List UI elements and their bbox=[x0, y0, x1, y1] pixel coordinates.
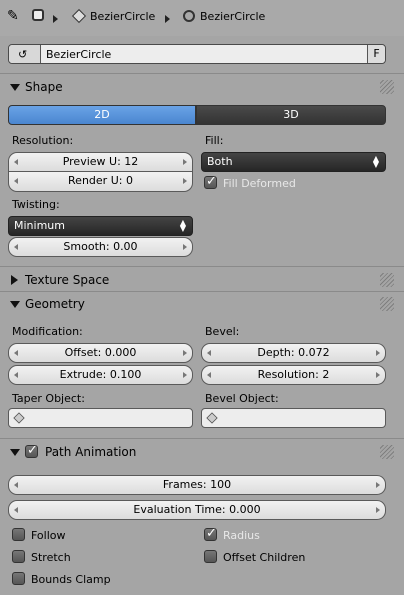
object-icon bbox=[13, 412, 25, 424]
modification-label: Modification: bbox=[12, 325, 83, 338]
stretch-label: Stretch bbox=[31, 551, 71, 564]
datablock-name-text: BezierCircle bbox=[46, 48, 112, 61]
collapse-arrow-icon bbox=[10, 84, 20, 91]
path-animation-checkbox[interactable]: ✓ bbox=[25, 443, 38, 458]
drag-grip-icon[interactable] bbox=[380, 297, 394, 311]
properties-header: ✎ BezierCircle BezierCircle bbox=[0, 0, 404, 36]
fill-label: Fill: bbox=[205, 134, 224, 147]
taper-object-field[interactable] bbox=[8, 408, 193, 428]
fill-deformed-checkbox[interactable]: ✓ bbox=[204, 174, 217, 189]
bevel-object-label: Bevel Object: bbox=[205, 392, 279, 405]
object-icon bbox=[71, 8, 87, 24]
bevel-object-field[interactable] bbox=[201, 408, 386, 428]
resolution-label: Resolution: bbox=[12, 134, 74, 147]
panel-geometry-header[interactable]: Geometry bbox=[0, 293, 404, 315]
twisting-label: Twisting: bbox=[12, 198, 60, 211]
radius-checkbox[interactable]: ✓ bbox=[204, 526, 217, 541]
curve-browse-icon[interactable]: ↺ bbox=[9, 45, 41, 63]
panel-shape-header[interactable]: Shape bbox=[0, 76, 404, 98]
collapse-arrow-icon bbox=[10, 449, 20, 456]
bounds-clamp-label: Bounds Clamp bbox=[31, 573, 111, 586]
drag-grip-icon[interactable] bbox=[380, 445, 394, 459]
bevel-resolution-field[interactable]: Resolution: 2 bbox=[201, 365, 386, 385]
stretch-checkbox[interactable] bbox=[12, 550, 25, 563]
breadcrumb-object: BezierCircle bbox=[90, 10, 156, 23]
preview-u-field[interactable]: Preview U: 12 bbox=[8, 152, 193, 172]
panel-shape-title: Shape bbox=[25, 80, 63, 94]
collapse-arrow-icon bbox=[10, 301, 20, 308]
smooth-field[interactable]: Smooth: 0.00 bbox=[8, 237, 193, 257]
expand-arrow-icon bbox=[11, 275, 18, 285]
panel-geometry-title: Geometry bbox=[25, 297, 85, 311]
breadcrumb-data: BezierCircle bbox=[200, 10, 266, 23]
dropdown-arrows-icon: ▲ ▼ bbox=[372, 154, 379, 169]
datablock-name-field[interactable]: ↺ BezierCircle F bbox=[8, 44, 386, 64]
taper-object-label: Taper Object: bbox=[12, 392, 85, 405]
bounds-clamp-checkbox[interactable] bbox=[12, 572, 25, 585]
mode-3d-button[interactable]: 3D bbox=[196, 105, 386, 125]
object-icon bbox=[206, 412, 218, 424]
mode-2d-button[interactable]: 2D bbox=[8, 105, 196, 125]
panel-texture-space-title: Texture Space bbox=[25, 273, 110, 287]
breadcrumb-arrow-icon bbox=[53, 15, 58, 23]
breadcrumb-arrow-icon bbox=[165, 15, 170, 23]
fill-deformed-label: Fill Deformed bbox=[223, 177, 296, 190]
curve-icon bbox=[183, 10, 195, 22]
drag-grip-icon[interactable] bbox=[380, 273, 394, 287]
bevel-depth-field[interactable]: Depth: 0.072 bbox=[201, 343, 386, 363]
panel-texture-space-header[interactable]: Texture Space bbox=[0, 269, 404, 291]
panel-path-animation-header[interactable]: ✓ Path Animation bbox=[0, 441, 404, 463]
panel-path-animation-title: Path Animation bbox=[45, 445, 137, 459]
fill-dropdown[interactable]: Both ▲ ▼ bbox=[201, 152, 386, 172]
bevel-label: Bevel: bbox=[205, 325, 240, 338]
follow-checkbox[interactable] bbox=[12, 528, 25, 541]
render-u-field[interactable]: Render U: 0 bbox=[8, 172, 193, 192]
extrude-field[interactable]: Extrude: 0.100 bbox=[8, 365, 193, 385]
evaluation-time-field[interactable]: Evaluation Time: 0.000 bbox=[8, 500, 386, 520]
drag-grip-icon[interactable] bbox=[380, 80, 394, 94]
fake-user-button[interactable]: F bbox=[367, 45, 385, 63]
dropdown-arrows-icon: ▲ ▼ bbox=[179, 218, 186, 233]
offset-children-label: Offset Children bbox=[223, 551, 306, 564]
pin-icon[interactable]: ✎ bbox=[7, 8, 19, 24]
offset-children-checkbox[interactable] bbox=[204, 550, 217, 563]
twisting-dropdown[interactable]: Minimum ▲ ▼ bbox=[8, 216, 193, 236]
follow-label: Follow bbox=[31, 529, 66, 542]
curve-data-icon bbox=[32, 9, 44, 21]
offset-field[interactable]: Offset: 0.000 bbox=[8, 343, 193, 363]
radius-label: Radius bbox=[223, 529, 260, 542]
frames-field[interactable]: Frames: 100 bbox=[8, 475, 386, 495]
